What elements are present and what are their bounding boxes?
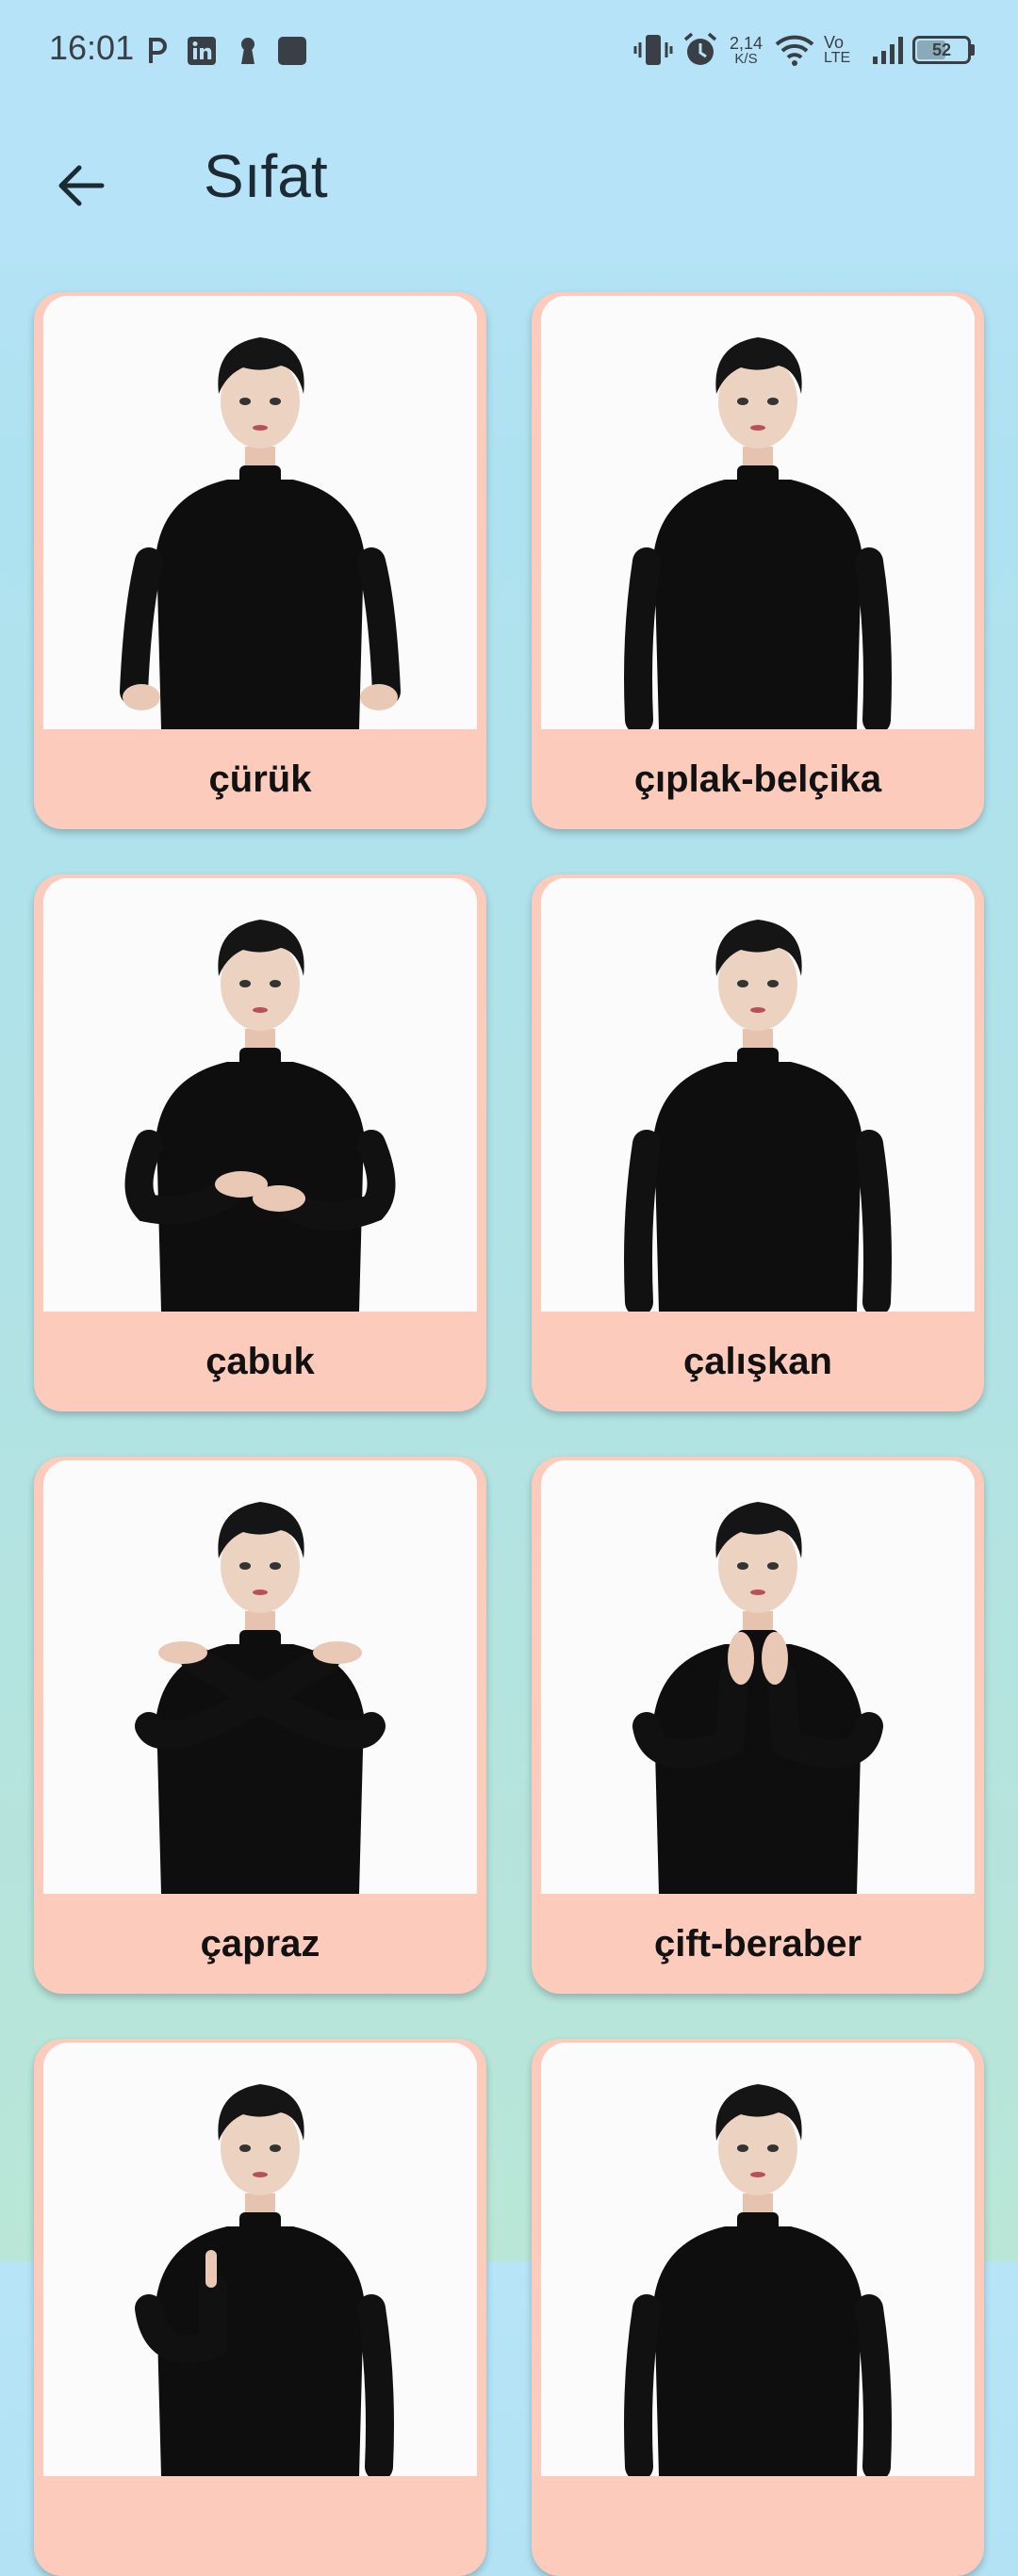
battery-tip: [971, 44, 975, 56]
sign-card-label: çıplak-belçika: [633, 758, 882, 800]
sign-card-label: [532, 2476, 984, 2576]
volte-top: Vo: [824, 33, 845, 52]
network-speed: 2,14 K/S: [730, 28, 763, 72]
sign-card-label: çürük: [208, 758, 312, 800]
sign-card-grid: çürük çıplak-belçika çabuk çalışkan çapraz çi…: [34, 292, 984, 2576]
page-title: Sıfat: [204, 142, 328, 210]
sign-card[interactable]: çıplak-belçika: [532, 292, 984, 829]
arrow-left-icon: [58, 165, 105, 206]
sign-card[interactable]: [532, 2039, 984, 2576]
sign-photo: [43, 878, 477, 1312]
sign-card-label: çalışkan: [683, 1340, 832, 1382]
sign-card[interactable]: [34, 2039, 486, 2576]
network-speed-unit: K/S: [734, 50, 758, 67]
wifi-icon: [775, 28, 814, 72]
sign-card[interactable]: çabuk: [34, 874, 486, 1411]
sign-photo: [43, 1460, 477, 1894]
status-bar: 16:01 2,14 K/S Vo LTE 52: [0, 0, 1018, 104]
keyhole-icon: [236, 34, 260, 68]
parking-icon: [143, 34, 172, 68]
status-time: 16:01: [49, 28, 135, 67]
sign-card-label: çabuk: [205, 1340, 315, 1382]
app-square-icon: [275, 34, 309, 68]
sign-photo: [541, 2043, 975, 2476]
sign-photo: [541, 1460, 975, 1894]
app-bar: Sıfat: [0, 104, 1018, 264]
sign-card[interactable]: çapraz: [34, 1457, 486, 1994]
sign-card[interactable]: çalışkan: [532, 874, 984, 1411]
volte-bottom: LTE: [824, 50, 851, 66]
network-speed-value: 2,14: [730, 33, 764, 53]
sign-photo: [541, 878, 975, 1312]
battery-level: 52: [931, 40, 952, 59]
sign-photo: [541, 296, 975, 729]
linkedin-icon: [185, 34, 219, 68]
sign-photo: [43, 296, 477, 729]
battery-indicator: 52: [912, 28, 975, 72]
back-button[interactable]: [38, 143, 123, 228]
vibrate-icon: [633, 28, 673, 72]
volte-indicator: Vo LTE: [824, 28, 850, 72]
signal-icon: [871, 28, 907, 72]
sign-card[interactable]: çürük: [34, 292, 486, 829]
sign-card-label: çift-beraber: [653, 1922, 862, 1965]
sign-card-label: çapraz: [200, 1922, 320, 1965]
sign-card[interactable]: çift-beraber: [532, 1457, 984, 1994]
alarm-icon: [682, 28, 718, 72]
sign-card-label: [34, 2476, 486, 2576]
sign-photo: [43, 2043, 477, 2476]
